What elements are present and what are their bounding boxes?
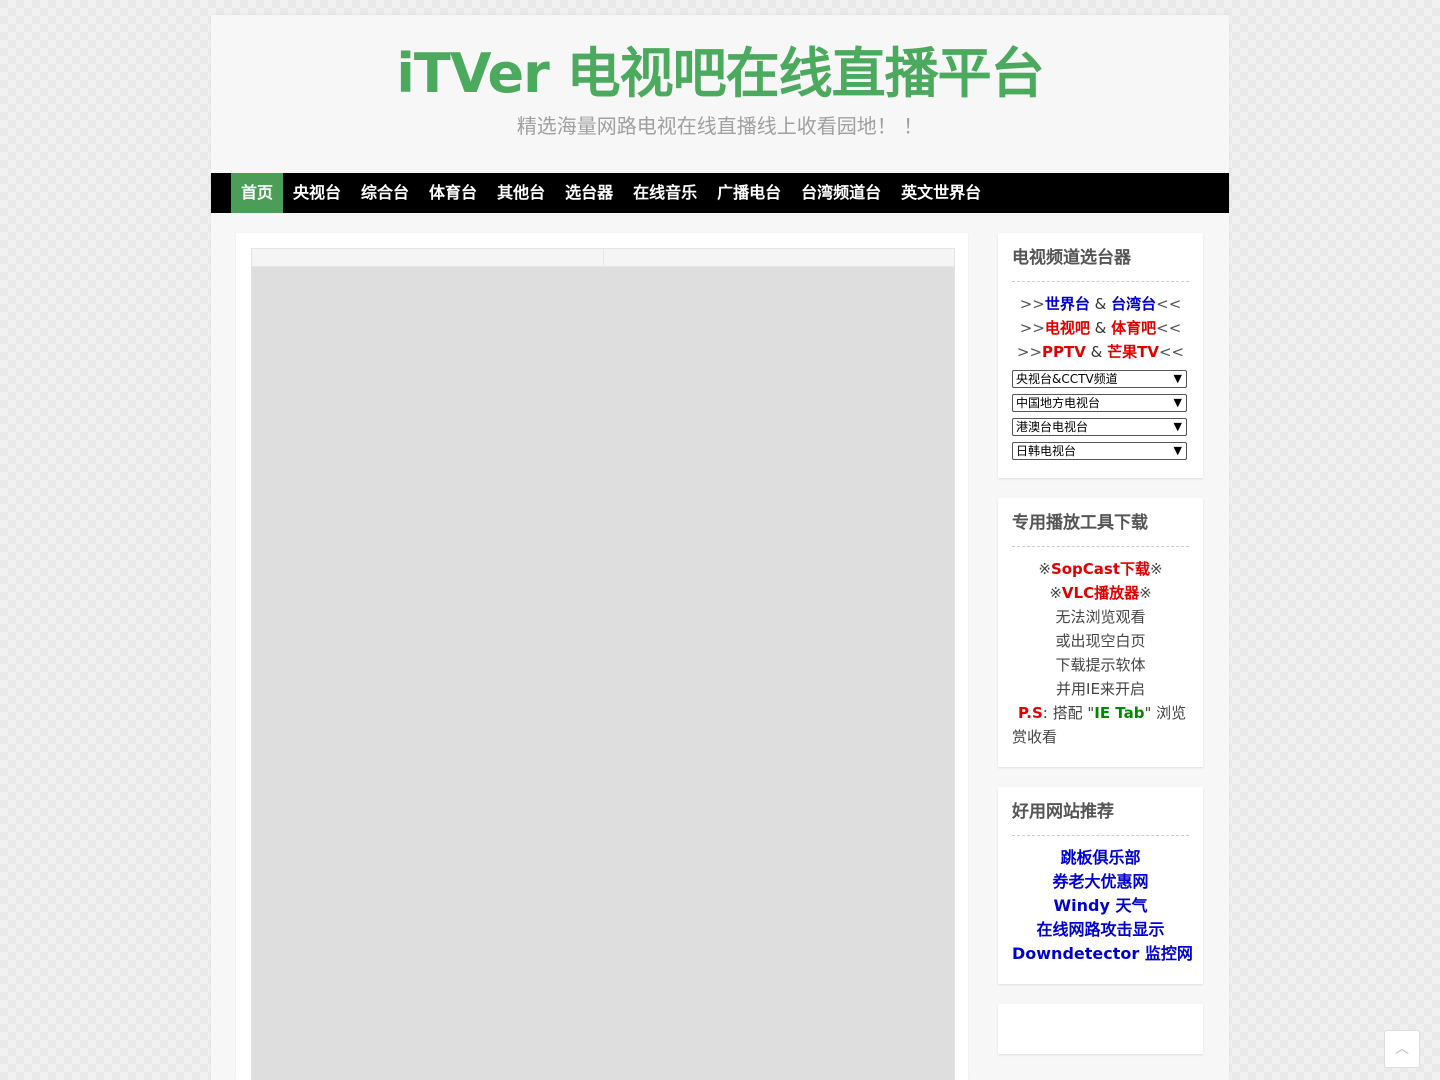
widget-empty: [998, 1004, 1203, 1054]
ampersand: &: [1089, 319, 1112, 337]
main-content: [236, 233, 968, 1080]
link-sports-bar[interactable]: 体育吧: [1111, 319, 1156, 337]
site-header: iTVer 电视吧在线直播平台 精选海量网路电视在线直播线上收看园地！ ！: [211, 15, 1229, 173]
link-site[interactable]: Windy 天气: [1012, 894, 1189, 918]
mark: ※: [1049, 584, 1062, 602]
tool-note: 无法浏览观看: [1055, 608, 1146, 626]
select-cctv[interactable]: 央视台&CCTV频道 ▼: [1012, 370, 1187, 388]
chevron-down-icon: ▼: [1173, 420, 1182, 433]
chevron-down-icon: ▼: [1173, 372, 1182, 385]
mark: ※: [1150, 560, 1163, 578]
select-local-tv[interactable]: 中国地方电视台 ▼: [1012, 394, 1187, 412]
link-site[interactable]: 跳板俱乐部: [1012, 846, 1189, 870]
arrow-right: <<: [1156, 319, 1182, 337]
widget-recommended-sites: 好用网站推荐 跳板俱乐部 券老大优惠网 Windy 天气 在线网路攻击显示 Do…: [998, 787, 1203, 984]
widget-title: 专用播放工具下载: [1012, 512, 1189, 547]
ps-note: P.S: 搭配 "IE Tab" 浏览赏收看: [1012, 701, 1189, 749]
nav-item-general[interactable]: 综合台: [351, 173, 419, 213]
link-tv-bar[interactable]: 电视吧: [1045, 319, 1090, 337]
selector-row: >>PPTV & 芒果TV<<: [1012, 340, 1189, 364]
page-wrapper: iTVer 电视吧在线直播平台 精选海量网路电视在线直播线上收看园地！ ！ 首页…: [211, 15, 1229, 1080]
nav-item-english[interactable]: 英文世界台: [891, 173, 991, 213]
selector-row: >>世界台 & 台湾台<<: [1012, 292, 1189, 316]
arrow-left: >>: [1016, 343, 1043, 361]
link-site[interactable]: 在线网路攻击显示: [1012, 918, 1189, 942]
site-title[interactable]: iTVer 电视吧在线直播平台: [211, 15, 1229, 107]
select-jp-kr[interactable]: 日韩电视台 ▼: [1012, 442, 1187, 460]
link-taiwan-tv[interactable]: 台湾台: [1111, 295, 1156, 313]
site-tagline: 精选海量网路电视在线直播线上收看园地！ ！: [516, 114, 924, 138]
arrow-left: >>: [1019, 319, 1045, 337]
selector-row: >>电视吧 & 体育吧<<: [1012, 316, 1189, 340]
tool-row: ※VLC播放器※: [1012, 581, 1189, 605]
nav-item-other[interactable]: 其他台: [487, 173, 555, 213]
player-tab[interactable]: [252, 249, 604, 266]
arrow-right: <<: [1156, 295, 1182, 313]
arrow-left: >>: [1019, 295, 1045, 313]
ps-label: P.S: [1018, 704, 1043, 722]
video-player-frame[interactable]: [251, 248, 955, 1080]
select-value: 央视台&CCTV频道: [1016, 372, 1118, 386]
ampersand: &: [1089, 295, 1112, 313]
back-to-top-button[interactable]: ︿: [1384, 1030, 1420, 1068]
widget-tools: 专用播放工具下载 ※SopCast下载※ ※VLC播放器※ 无法浏览观看 或出现…: [998, 498, 1203, 767]
widget-channel-selector: 电视频道选台器 >>世界台 & 台湾台<< >>电视吧 & 体育吧<< >>PP…: [998, 233, 1203, 478]
ampersand: &: [1085, 343, 1108, 361]
select-value: 日韩电视台: [1016, 444, 1077, 458]
tool-note: 并用IE来开启: [1056, 680, 1145, 698]
select-hk-macau-tw[interactable]: 港澳台电视台 ▼: [1012, 418, 1187, 436]
widget-title: 电视频道选台器: [1012, 247, 1189, 282]
sidebar: 电视频道选台器 >>世界台 & 台湾台<< >>电视吧 & 体育吧<< >>PP…: [998, 233, 1203, 1074]
link-vlc-player[interactable]: VLC播放器: [1062, 584, 1139, 602]
link-sopcast-download[interactable]: SopCast下载: [1051, 560, 1150, 578]
main-nav: 首页 央视台 综合台 体育台 其他台 选台器 在线音乐 广播电台 台湾频道台 英…: [211, 173, 1229, 213]
ps-text: : 搭配 ": [1042, 704, 1095, 722]
chevron-down-icon: ▼: [1173, 396, 1182, 409]
chevron-down-icon: ▼: [1173, 444, 1182, 457]
arrow-right: <<: [1158, 343, 1185, 361]
player-tab-bar: [252, 249, 954, 267]
nav-item-taiwan[interactable]: 台湾频道台: [791, 173, 891, 213]
link-world-tv[interactable]: 世界台: [1045, 295, 1090, 313]
nav-item-selector[interactable]: 选台器: [555, 173, 623, 213]
chevron-up-icon: ︿: [1395, 1041, 1409, 1057]
link-ie-tab[interactable]: IE Tab: [1094, 704, 1144, 722]
tool-note: 下载提示软体: [1055, 656, 1146, 674]
mark: ※: [1139, 584, 1152, 602]
nav-item-sports[interactable]: 体育台: [419, 173, 487, 213]
link-pptv[interactable]: PPTV: [1042, 343, 1086, 361]
tool-note: 或出现空白页: [1055, 632, 1146, 650]
select-value: 港澳台电视台: [1016, 420, 1089, 434]
widget-title: 好用网站推荐: [1012, 801, 1189, 836]
link-site[interactable]: Downdetector 监控网: [1012, 942, 1193, 966]
tool-row: ※SopCast下载※: [1012, 557, 1189, 581]
nav-item-cctv[interactable]: 央视台: [283, 173, 351, 213]
nav-item-radio[interactable]: 广播电台: [707, 173, 791, 213]
link-site[interactable]: 券老大优惠网: [1012, 870, 1189, 894]
select-value: 中国地方电视台: [1016, 396, 1101, 410]
nav-item-music[interactable]: 在线音乐: [623, 173, 707, 213]
player-tab[interactable]: [604, 249, 955, 266]
mark: ※: [1038, 560, 1051, 578]
nav-item-home[interactable]: 首页: [231, 173, 284, 213]
link-mango-tv[interactable]: 芒果TV: [1107, 343, 1159, 361]
